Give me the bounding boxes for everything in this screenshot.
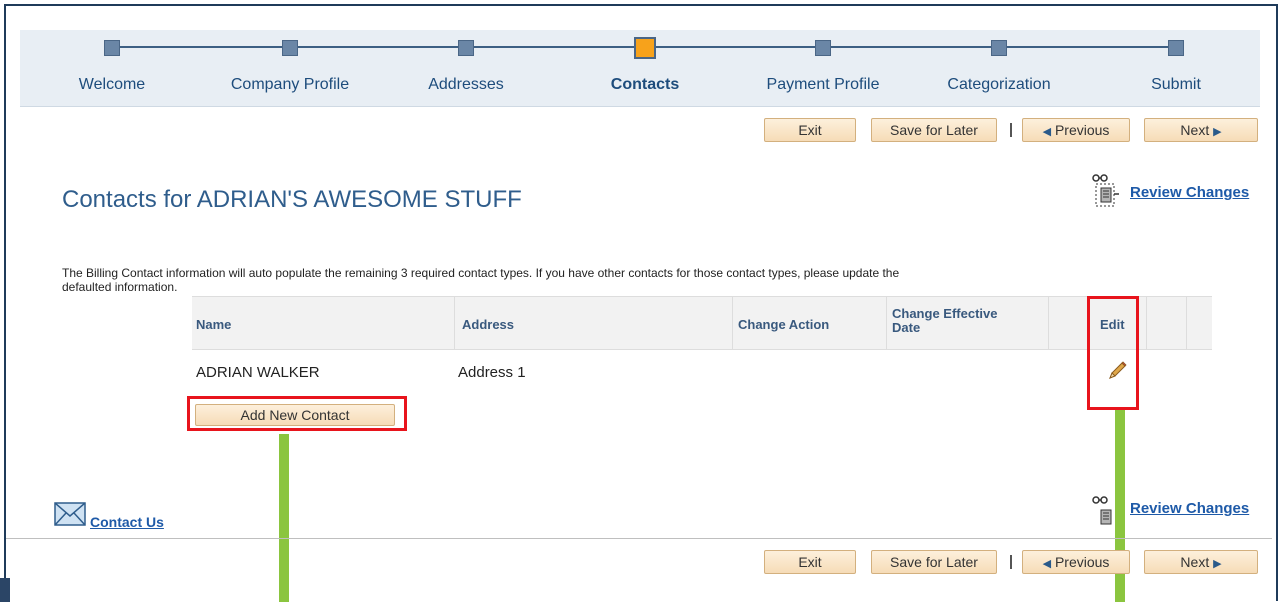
step-categorization-label[interactable]: Categorization: [947, 76, 1050, 94]
previous-button[interactable]: ◀ Previous: [1022, 118, 1130, 142]
col-divider: [454, 297, 455, 349]
step-addresses-label[interactable]: Addresses: [428, 76, 504, 94]
nav-separator: [1010, 555, 1012, 569]
step-company-profile-label[interactable]: Company Profile: [231, 76, 349, 94]
add-contact-highlight: [187, 396, 407, 431]
progress-stepbar: Welcome Company Profile Addresses Contac…: [20, 30, 1260, 107]
col-divider: [1186, 297, 1187, 349]
previous-label: Previous: [1054, 122, 1110, 138]
col-divider: [886, 297, 887, 349]
chevron-left-icon: ◀: [1042, 558, 1052, 570]
contact-us-link[interactable]: Contact Us: [90, 514, 164, 530]
step-addresses-marker[interactable]: [454, 36, 478, 60]
col-divider: [732, 297, 733, 349]
save-for-later-button-bottom[interactable]: Save for Later: [871, 550, 997, 574]
col-change-action-header: Change Action: [738, 317, 830, 332]
review-changes-link-top[interactable]: Review Changes: [1130, 184, 1249, 201]
col-name-header: Name: [196, 317, 232, 332]
info-text: The Billing Contact information will aut…: [62, 266, 900, 294]
save-for-later-button[interactable]: Save for Later: [871, 118, 997, 142]
review-changes-link-bottom[interactable]: Review Changes: [1130, 500, 1249, 517]
previous-label: Previous: [1054, 554, 1110, 570]
col-divider: [1146, 297, 1147, 349]
next-label: Next: [1180, 554, 1210, 570]
step-payment-profile-marker[interactable]: [811, 36, 835, 60]
nav-separator: [1010, 123, 1012, 137]
annotation-bar-left: [279, 434, 289, 602]
step-contacts-marker[interactable]: [633, 36, 657, 60]
footer-divider: [6, 538, 1272, 539]
grid-header: Name Address Change Action Change Effect…: [192, 296, 1212, 350]
edit-column-highlight: [1087, 296, 1139, 410]
previous-button-bottom[interactable]: ◀ Previous: [1022, 550, 1130, 574]
chevron-right-icon: ▶: [1213, 126, 1222, 138]
step-welcome-label[interactable]: Welcome: [79, 76, 145, 94]
next-button[interactable]: Next ▶: [1144, 118, 1258, 142]
review-changes-icon[interactable]: [1092, 494, 1120, 530]
step-submit-marker[interactable]: [1164, 36, 1188, 60]
step-contacts-label[interactable]: Contacts: [611, 76, 679, 94]
next-button-bottom[interactable]: Next ▶: [1144, 550, 1258, 574]
step-categorization-marker[interactable]: [987, 36, 1011, 60]
chevron-right-icon: ▶: [1213, 558, 1222, 570]
col-change-effective-date-header: Change Effective Date: [892, 306, 998, 335]
page-title: Contacts for ADRIAN'S AWESOME STUFF: [62, 186, 522, 213]
contact-address-cell: Address 1: [458, 364, 526, 381]
step-submit-label[interactable]: Submit: [1151, 76, 1201, 94]
exit-button-bottom[interactable]: Exit: [764, 550, 856, 574]
chevron-left-icon: ◀: [1042, 126, 1052, 138]
step-welcome-marker[interactable]: [100, 36, 124, 60]
col-divider: [1048, 297, 1049, 349]
step-company-profile-marker[interactable]: [278, 36, 302, 60]
exit-button[interactable]: Exit: [764, 118, 856, 142]
review-changes-icon[interactable]: [1092, 172, 1120, 208]
step-payment-profile-label[interactable]: Payment Profile: [767, 76, 880, 94]
col-address-header: Address: [462, 317, 515, 332]
corner-decoration: [0, 578, 10, 602]
next-label: Next: [1180, 122, 1210, 138]
contact-name-cell: ADRIAN WALKER: [196, 364, 320, 381]
envelope-icon[interactable]: [54, 500, 88, 528]
